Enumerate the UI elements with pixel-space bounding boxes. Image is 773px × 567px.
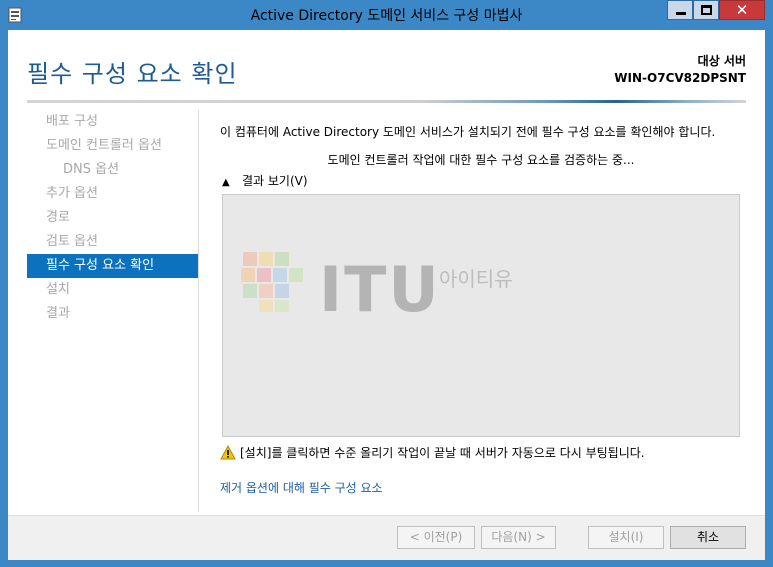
nav-item-dc-options[interactable]: 도메인 컨트롤러 옵션 — [27, 134, 198, 158]
wizard-button-bar: < 이전(P) 다음(N) > 설치(I) 취소 — [8, 515, 765, 560]
minimize-button[interactable] — [667, 0, 693, 20]
wizard-nav: 배포 구성 도메인 컨트롤러 옵션 DNS 옵션 추가 옵션 경로 검토 옵션 … — [27, 110, 199, 512]
view-results-toggle[interactable]: ▲ 결과 보기(V) — [222, 172, 308, 190]
view-results-label: 결과 보기(V) — [242, 174, 308, 188]
chevron-up-icon: ▲ — [222, 177, 230, 188]
reboot-warning-text: [설치]를 클릭하면 수준 올리기 작업이 끝날 때 서버가 자동으로 다시 부… — [240, 446, 645, 460]
watermark-logo-icon — [241, 252, 303, 312]
nav-item-review-options[interactable]: 검토 옵션 — [27, 230, 198, 254]
window-bottom-border — [0, 560, 773, 567]
validation-status: 도메인 컨트롤러 작업에 대한 필수 구성 요소를 검증하는 중... — [327, 153, 635, 167]
reboot-warning: [설치]를 클릭하면 수준 올리기 작업이 끝날 때 서버가 자동으로 다시 부… — [220, 444, 645, 462]
previous-button[interactable]: < 이전(P) — [397, 526, 475, 549]
warning-icon — [220, 444, 236, 460]
target-server-info: 대상 서버 WIN-O7CV82DPSNT — [614, 53, 746, 87]
nav-item-dns-options[interactable]: DNS 옵션 — [27, 158, 198, 182]
window-title: Active Directory 도메인 서비스 구성 마법사 — [250, 8, 523, 24]
nav-item-deployment-config[interactable]: 배포 구성 — [27, 110, 198, 134]
close-button[interactable]: ✕ — [719, 0, 765, 20]
cancel-button[interactable]: 취소 — [670, 526, 746, 549]
minimize-icon — [676, 12, 686, 15]
maximize-button[interactable] — [693, 0, 719, 20]
wizard-window: Active Directory 도메인 서비스 구성 마법사 ✕ 필수 구성 … — [0, 0, 773, 567]
target-server-name: WIN-O7CV82DPSNT — [614, 71, 746, 85]
nav-item-additional-options[interactable]: 추가 옵션 — [27, 182, 198, 206]
nav-item-paths[interactable]: 경로 — [27, 206, 198, 230]
watermark-brand: ITU — [319, 253, 441, 326]
watermark-subtext: 아이티유 — [439, 267, 513, 291]
wizard-client-area: 필수 구성 요소 확인 대상 서버 WIN-O7CV82DPSNT 배포 구성 … — [8, 30, 765, 560]
nav-item-installation[interactable]: 설치 — [27, 278, 198, 302]
page-title: 필수 구성 요소 확인 — [27, 60, 238, 88]
nav-item-results[interactable]: 결과 — [27, 302, 198, 326]
nav-item-prerequisites-check[interactable]: 필수 구성 요소 확인 — [27, 254, 198, 278]
next-button[interactable]: 다음(N) > — [481, 526, 556, 549]
maximize-icon — [701, 5, 712, 15]
removal-prerequisites-link[interactable]: 제거 옵션에 대해 필수 구성 요소 — [220, 479, 383, 496]
title-divider — [27, 100, 746, 103]
close-icon: ✕ — [735, 1, 749, 19]
target-server-label: 대상 서버 — [697, 54, 746, 68]
results-panel[interactable]: ITU 아이티유 — [222, 194, 740, 437]
install-button[interactable]: 설치(I) — [588, 526, 664, 549]
title-bar[interactable]: Active Directory 도메인 서비스 구성 마법사 ✕ — [0, 0, 773, 30]
intro-text: 이 컴퓨터에 Active Directory 도메인 서비스가 설치되기 전에… — [220, 125, 716, 139]
